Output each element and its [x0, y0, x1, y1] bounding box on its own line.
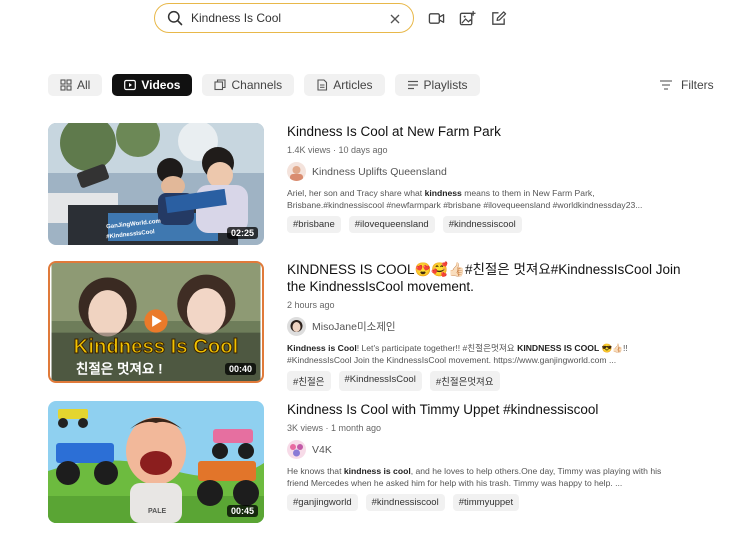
- video-meta: 1.4K views · 10 days ago: [287, 145, 388, 155]
- tab-videos[interactable]: Videos: [112, 74, 193, 96]
- desc-highlight: kindness is cool: [343, 466, 411, 476]
- video-thumbnail[interactable]: Kindness Is Cool 친절은 멋져요 ! 00:40: [48, 261, 264, 383]
- tag-chip[interactable]: #ilovequeensland: [348, 216, 435, 233]
- video-upload-icon[interactable]: [428, 10, 445, 27]
- clear-icon[interactable]: [389, 12, 401, 24]
- video-title[interactable]: Kindness Is Cool at New Farm Park: [287, 123, 737, 140]
- tab-all[interactable]: All: [48, 74, 103, 96]
- desc-text: means to them in New Farm Park,: [461, 188, 595, 198]
- tag-chip[interactable]: #KindnessIsCool: [338, 371, 422, 391]
- tab-label: Playlists: [423, 78, 468, 92]
- desc-highlight: Kindness is Cool: [287, 343, 357, 353]
- video-title[interactable]: Kindness Is Cool with Timmy Uppet #kindn…: [287, 401, 737, 418]
- desc-text: #KindnessIsCool Join the KindnessIsCool …: [287, 355, 617, 365]
- duration-badge: 00:45: [226, 505, 258, 517]
- video-info: KINDNESS IS COOL😍🥰👍🏻#친절은 멋져요#KindnessIsC…: [287, 261, 737, 391]
- article-icon: [316, 79, 328, 91]
- filter-icon: [659, 79, 673, 91]
- search-icon: [167, 10, 183, 26]
- filters-label: Filters: [681, 78, 714, 92]
- desc-text: , and he loves to help others.One day, T…: [410, 466, 662, 476]
- tab-channels[interactable]: Channels: [202, 74, 295, 96]
- desc-highlight: kindness: [424, 188, 462, 198]
- video-title[interactable]: KINDNESS IS COOL😍🥰👍🏻#친절은 멋져요#KindnessIsC…: [287, 261, 737, 295]
- thumb-text: 친절은 멋져요 !: [76, 360, 163, 376]
- video-description: Ariel, her son and Tracy share what kind…: [287, 187, 737, 211]
- video-info: Kindness Is Cool with Timmy Uppet #kindn…: [287, 401, 737, 511]
- channel-row[interactable]: MisoJane미소제인: [287, 317, 737, 336]
- tab-label: All: [77, 78, 91, 92]
- desc-text: He knows that: [287, 466, 344, 476]
- search-box[interactable]: Kindness Is Cool: [154, 3, 414, 33]
- avatar: [287, 162, 306, 181]
- tab-playlists[interactable]: Playlists: [394, 74, 480, 96]
- channels-icon: [214, 79, 227, 91]
- video-meta: 3K views · 1 month ago: [287, 423, 382, 433]
- filters-button[interactable]: Filters: [659, 78, 714, 92]
- result-type-tabs: All Videos Channels Articles Playlists: [48, 74, 480, 96]
- tag-chip[interactable]: #kindnessiscool: [365, 494, 445, 511]
- desc-text: friend Mercedes when he asked him for he…: [287, 478, 623, 488]
- tab-label: Channels: [231, 78, 283, 92]
- tag-chip[interactable]: #친절은: [287, 371, 331, 391]
- playlist-icon: [407, 79, 419, 91]
- duration-badge: 00:40: [224, 363, 256, 375]
- channel-name[interactable]: MisoJane미소제인: [312, 319, 396, 334]
- thumb-text: Kindness Is Cool: [74, 336, 239, 358]
- channel-name[interactable]: V4K: [312, 444, 332, 456]
- tab-label: Videos: [141, 78, 181, 92]
- thumb-text: PALE: [148, 508, 166, 515]
- channel-row[interactable]: V4K: [287, 440, 737, 459]
- desc-text: Ariel, her son and Tracy share what: [287, 188, 425, 198]
- video-description: He knows that kindness is cool, and he l…: [287, 465, 737, 489]
- play-icon: [124, 79, 137, 91]
- video-thumbnail[interactable]: PALE 00:45: [48, 401, 264, 523]
- tab-articles[interactable]: Articles: [304, 74, 385, 96]
- video-info: Kindness Is Cool at New Farm Park 1.4K v…: [287, 123, 737, 233]
- video-thumbnail[interactable]: GanJingWorld.com #KindnessIsCool 02:25: [48, 123, 264, 245]
- title-line: the KindnessIsCool movement.: [287, 279, 474, 294]
- channel-name[interactable]: Kindness Uplifts Queensland: [312, 166, 447, 178]
- search-tools: [428, 10, 507, 27]
- desc-highlight: KINDNESS IS COOL: [517, 343, 600, 353]
- tag-chip[interactable]: #timmyuppet: [452, 494, 520, 511]
- channel-row[interactable]: Kindness Uplifts Queensland: [287, 162, 737, 181]
- video-description: Kindness is Cool! Let's participate toge…: [287, 342, 737, 366]
- tag-chip[interactable]: #친절은멋져요: [429, 371, 500, 391]
- tag-list: #친절은 #KindnessIsCool #친절은멋져요: [287, 371, 737, 391]
- duration-badge: 02:25: [226, 227, 258, 239]
- tag-list: #brisbane #ilovequeensland #kindnessisco…: [287, 216, 737, 233]
- search-input[interactable]: Kindness Is Cool: [191, 11, 389, 25]
- tag-chip[interactable]: #ganjingworld: [287, 494, 358, 511]
- avatar: [287, 440, 306, 459]
- tag-chip[interactable]: #brisbane: [287, 216, 341, 233]
- desc-text: Brisbane.#kindnessiscool #newfarmpark #b…: [287, 200, 643, 210]
- video-meta: 2 hours ago: [287, 300, 335, 310]
- avatar: [287, 317, 306, 336]
- desc-text: 😎👍🏻!!: [599, 343, 628, 353]
- grid-icon: [60, 79, 72, 91]
- image-upload-icon[interactable]: [459, 10, 476, 27]
- tag-list: #ganjingworld #kindnessiscool #timmyuppe…: [287, 494, 737, 511]
- edit-icon[interactable]: [490, 10, 507, 27]
- tag-chip[interactable]: #kindnessiscool: [442, 216, 522, 233]
- tab-label: Articles: [333, 78, 373, 92]
- desc-text: ! Let's participate together!! #친절은멋져요: [356, 343, 518, 353]
- title-line: KINDNESS IS COOL😍🥰👍🏻#친절은 멋져요#KindnessIsC…: [287, 262, 681, 277]
